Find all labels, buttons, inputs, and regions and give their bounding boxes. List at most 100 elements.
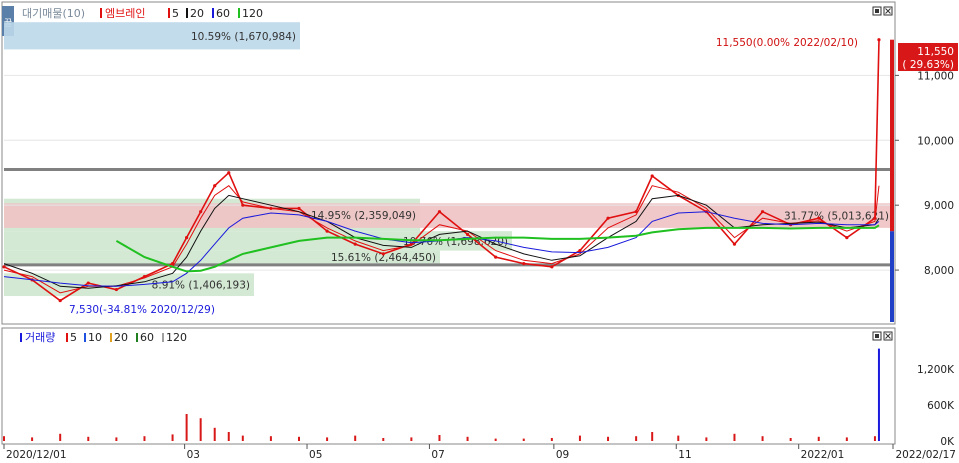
current-price-badge: 11,550 ( 29.63%) xyxy=(898,43,958,71)
price-legend: 대기매물(10) 엠브레인 5 20 60 120 xyxy=(22,7,263,20)
volume-legend-marker xyxy=(20,333,22,342)
volume-bar xyxy=(410,437,413,441)
volume-bar xyxy=(607,436,610,441)
volume-bar xyxy=(185,414,188,441)
volume-bar xyxy=(817,436,820,441)
price-axis-bar xyxy=(890,231,894,322)
legend-ma-marker xyxy=(110,333,112,342)
volume-bar xyxy=(3,436,5,441)
legend-ma-label: 60 xyxy=(216,7,230,20)
volume-bar xyxy=(87,436,90,441)
volume-bar xyxy=(635,436,638,441)
price-axis-bar-up xyxy=(890,39,894,232)
legend-name-marker xyxy=(100,8,102,18)
volume-bar xyxy=(522,438,525,441)
x-tick-label: 2022/02/17 xyxy=(895,449,956,461)
price-panel-maximize-icon[interactable] xyxy=(872,6,882,16)
volume-bar xyxy=(143,436,146,441)
price-point xyxy=(213,184,217,188)
volume-bar xyxy=(761,436,764,441)
legend-ma-label: 60 xyxy=(140,331,154,344)
volume-tick-label: 0K xyxy=(940,436,955,448)
volume-bar xyxy=(705,437,708,441)
volume-panel-frame xyxy=(1,327,896,445)
volume-bar xyxy=(115,437,118,441)
price-point xyxy=(522,261,526,266)
volume-bar xyxy=(382,438,385,441)
price-point xyxy=(550,265,554,269)
volume-bar xyxy=(326,437,329,441)
price-point xyxy=(2,265,6,269)
volume-tick-label: 1,200K xyxy=(917,364,955,376)
legend-ma-marker xyxy=(238,8,240,18)
price-point xyxy=(732,242,737,246)
legend-ma-label: 5 xyxy=(172,7,179,20)
price-panel-close-icon[interactable] xyxy=(883,6,893,16)
price-tick-label: 8,000 xyxy=(924,265,954,277)
price-point xyxy=(650,174,654,178)
x-tick-label: 2022/01 xyxy=(801,449,845,461)
legend-ma-label: 20 xyxy=(114,331,128,344)
legend-prefix: 대기매물(10) xyxy=(22,7,85,20)
volume-bar xyxy=(213,427,216,441)
x-tick-label: 09 xyxy=(556,449,569,461)
current-price-value: 11,550 xyxy=(917,46,954,58)
volume-panel-maximize-icon[interactable] xyxy=(872,331,882,341)
price-point xyxy=(845,236,849,240)
legend-ma-label: 120 xyxy=(166,331,187,344)
volume-bar xyxy=(845,437,848,441)
chart-canvas: 꿀 10.59% (1,670,984)14.95% (2,359,049)31… xyxy=(1,1,958,461)
price-point xyxy=(437,210,442,214)
volume-bar xyxy=(59,433,62,441)
legend-ma-marker xyxy=(162,333,164,342)
volume-bar xyxy=(873,436,876,441)
price-point xyxy=(325,229,329,233)
volume-bar xyxy=(789,438,792,441)
volume-bar xyxy=(578,435,581,441)
price-point xyxy=(353,242,357,246)
price-point xyxy=(241,203,245,207)
legend-ma-label: 120 xyxy=(242,7,263,20)
x-tick-label: 2020/12/01 xyxy=(6,449,67,461)
volume-bar xyxy=(31,437,34,441)
volume-profile-label: 10.59% (1,670,984) xyxy=(191,31,296,43)
legend-ma-label: 5 xyxy=(70,331,77,344)
volume-bar xyxy=(241,435,244,441)
x-tick-label: 07 xyxy=(431,449,444,461)
volume-bar xyxy=(354,435,357,441)
volume-panel-close-icon[interactable] xyxy=(883,331,893,341)
volume-legend-name: 거래량 xyxy=(25,331,55,344)
price-point xyxy=(199,210,203,214)
price-tick-label: 10,000 xyxy=(917,135,954,147)
x-tick-label: 05 xyxy=(309,449,322,461)
legend-stock-name: 엠브레인 xyxy=(105,7,145,20)
price-point xyxy=(185,236,189,240)
volume-bar xyxy=(494,438,497,441)
volume-bar xyxy=(171,434,174,441)
x-tick-label: 11 xyxy=(678,449,691,461)
current-price-change: ( 29.63%) xyxy=(902,59,954,71)
price-point xyxy=(877,38,881,42)
volume-tick-label: 600K xyxy=(927,400,955,412)
x-tick-label: 03 xyxy=(187,449,200,461)
price-point xyxy=(58,298,62,303)
volume-bar xyxy=(466,436,469,441)
price-point xyxy=(817,216,821,220)
price-point xyxy=(297,206,301,211)
legend-ma-marker xyxy=(186,8,188,18)
price-tick-label: 9,000 xyxy=(924,200,954,212)
volume-bar xyxy=(199,418,202,441)
price-point xyxy=(381,252,385,256)
price-point xyxy=(760,210,765,214)
legend-ma-marker xyxy=(212,8,214,18)
legend-ma-marker xyxy=(136,333,138,342)
legend-ma-marker xyxy=(66,333,68,342)
price-point xyxy=(578,249,582,253)
max-price-annotation: 11,550(0.00% 2022/02/10) xyxy=(716,37,858,49)
volume-bar xyxy=(550,438,553,441)
price-point xyxy=(606,216,610,220)
volume-profile-label: 31.77% (5,013,621) xyxy=(784,211,889,223)
volume-bar xyxy=(677,435,680,441)
stock-chart-window: 꿀 10.59% (1,670,984)14.95% (2,359,049)31… xyxy=(0,0,959,463)
volume-profile-label: 14.95% (2,359,049) xyxy=(311,210,416,222)
